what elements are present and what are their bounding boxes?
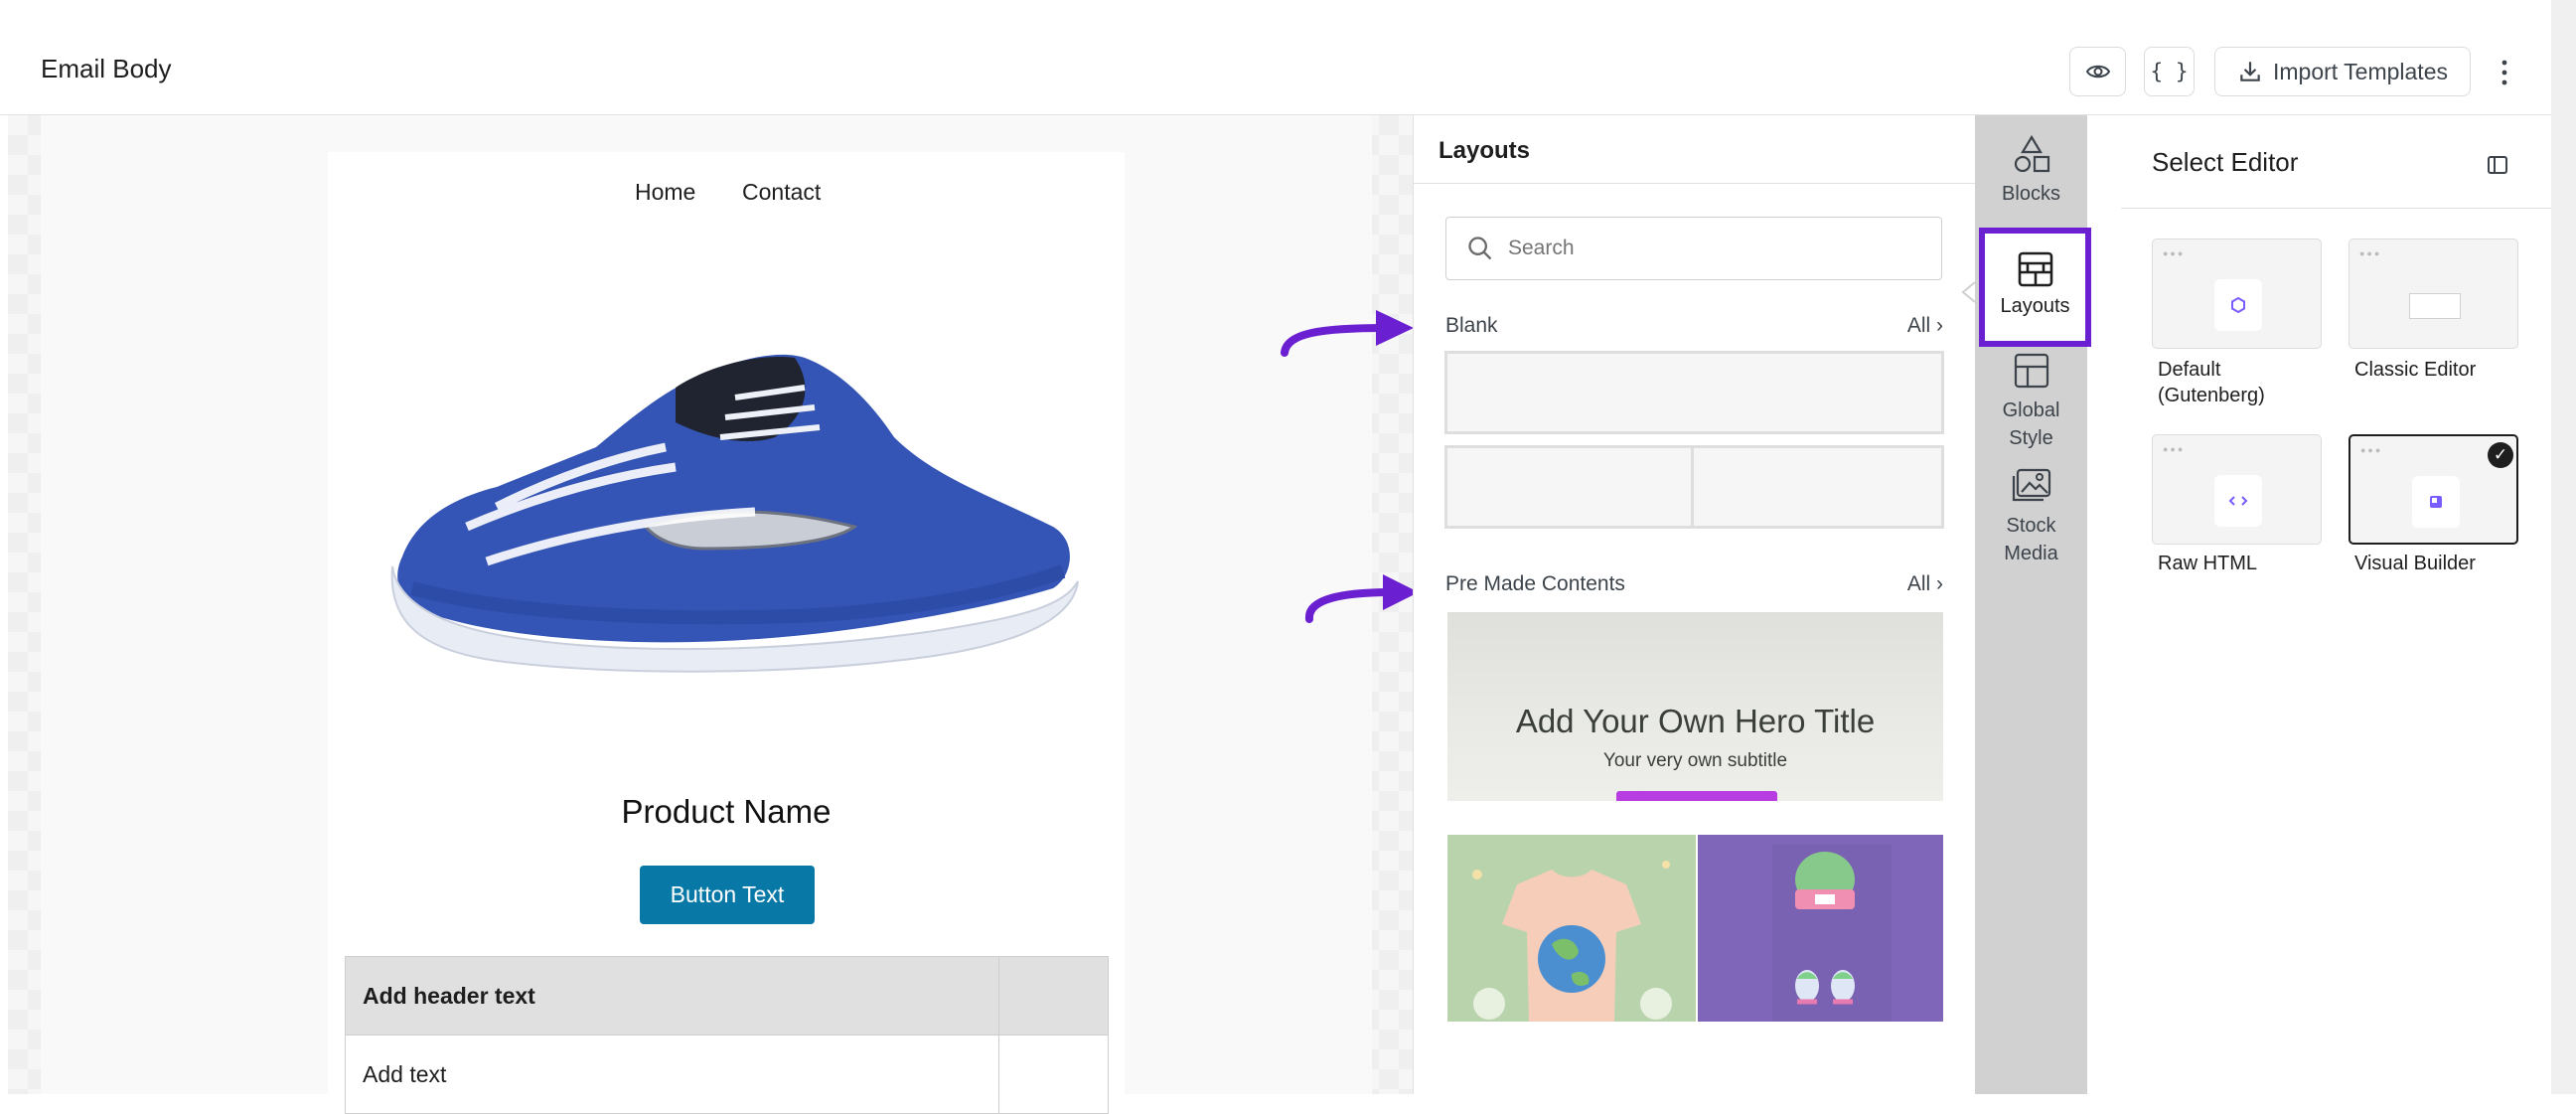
premade-tshirt-template[interactable] [1447,835,1696,1022]
hero-title: Add Your Own Hero Title [1515,703,1876,739]
rail-tab-label: Layouts [2000,295,2070,317]
shapes-icon [2014,134,2049,173]
braces-icon: { } [2150,60,2189,83]
page-title: Email Body [41,54,172,83]
panel-pointer-icon [1961,281,1976,303]
document-icon [2214,279,2262,331]
email-cta-button[interactable]: Button Text [640,866,815,924]
table-cell-empty[interactable] [997,1034,1110,1114]
rail-tab-label: Blocks [2002,183,2060,205]
premade-hero-template[interactable]: Add Your Own Hero Title Your very own su… [1447,612,1943,801]
select-editor-panel: Select Editor ●●● Default (Gutenberg) ●●… [2121,115,2551,1094]
nav-link-home[interactable]: Home [635,179,695,206]
rail-tab-layouts[interactable]: Layouts [1979,228,2091,347]
right-edge-strip [2551,0,2576,1094]
sidebar-toggle-icon[interactable] [2486,153,2509,177]
import-templates-label: Import Templates [2273,58,2448,84]
editor-option-label: Visual Builder [2354,553,2476,574]
search-input[interactable] [1506,236,1907,261]
blank-layout-two-column-left[interactable] [1444,445,1694,529]
product-image[interactable] [378,328,1083,681]
premade-accessories-template[interactable] [1698,835,1943,1022]
code-button[interactable]: { } [2144,47,2195,96]
more-options-button[interactable] [2492,58,2517,92]
editor-option-label: Default (Gutenberg) [2158,359,2265,406]
select-editor-title: Select Editor [2152,147,2299,177]
chevron-right-icon: › [1936,572,1943,595]
code-file-icon [2214,475,2262,527]
table-header-cell[interactable]: Add header text [345,956,999,1035]
hero-button-bar [1616,791,1777,801]
rail-tab-blocks[interactable]: Blocks [1975,134,2087,208]
rail-tab-global-style[interactable]: Global Style [1975,351,2087,452]
download-icon [2240,62,2260,81]
image-gallery-icon [2012,468,2050,502]
premade-section-label: Pre Made Contents [1445,572,1625,595]
editor-option-label: Raw HTML [2158,553,2258,574]
layouts-panel: Layouts Blank All › Pre Made Contents Al… [1413,115,1975,1094]
layouts-search[interactable] [1445,217,1942,280]
preview-button[interactable] [2069,47,2126,96]
blank-all-link[interactable]: All › [1907,314,1943,338]
annotation-arrow-blank [1281,310,1414,357]
editor-option-default-gutenberg[interactable]: ●●● [2152,239,2322,349]
classic-editor-icon [2409,293,2461,319]
window-dots-icon: ●●● [2163,444,2186,454]
accessories-illustration [1772,845,1892,1022]
global-style-layout-icon [2014,353,2048,389]
rail-tab-label: Global Style [2002,399,2060,449]
import-templates-button[interactable]: Import Templates [2214,47,2471,96]
visual-builder-icon [2412,476,2460,528]
nav-link-contact[interactable]: Contact [742,179,821,206]
top-bar: Email Body { } Import Templates [0,0,2551,115]
editor-option-label: Classic Editor [2354,359,2477,381]
checkmark-icon: ✓ [2488,442,2513,468]
editor-option-raw-html[interactable]: ●●● [2152,434,2322,545]
layout-grid-icon [2018,251,2052,287]
tshirt-illustration [1472,861,1672,1022]
blank-layout-one-column[interactable] [1444,351,1944,434]
eye-icon [2085,65,2110,79]
table-header-row: Add header text [345,956,1110,1035]
kebab-menu-icon [2501,60,2507,85]
table-row: Add text [345,1034,1110,1114]
window-dots-icon: ●●● [2360,445,2383,455]
blank-layout-two-column-right[interactable] [1691,445,1944,529]
table-header-cell-empty[interactable] [997,956,1110,1035]
editor-option-visual-builder-selected[interactable]: ●●● ✓ [2349,434,2518,545]
all-label: All [1906,572,1931,595]
product-name[interactable]: Product Name [328,793,1125,831]
hero-subtitle: Your very own subtitle [1602,750,1788,771]
table-cell[interactable]: Add text [345,1034,999,1114]
divider [1414,183,1975,184]
search-icon [1468,237,1492,260]
window-dots-icon: ●●● [2163,248,2186,258]
layouts-panel-title: Layouts [1439,137,1531,164]
editor-option-classic[interactable]: ●●● [2349,239,2518,349]
rail-tab-label: Stock Media [2004,515,2058,564]
select-editor-header: Select Editor [2121,115,2551,209]
shoe-image [390,354,1079,673]
premade-all-link[interactable]: All › [1907,572,1943,596]
blank-section-label: Blank [1445,314,1498,337]
annotation-arrow-premade [1305,574,1419,623]
window-dots-icon: ●●● [2359,248,2382,258]
chevron-right-icon: › [1936,314,1943,337]
rail-tab-stock-media[interactable]: Stock Media [1975,466,2087,567]
all-label: All [1906,314,1931,337]
email-table[interactable]: Add header text Add text [345,956,1110,1114]
